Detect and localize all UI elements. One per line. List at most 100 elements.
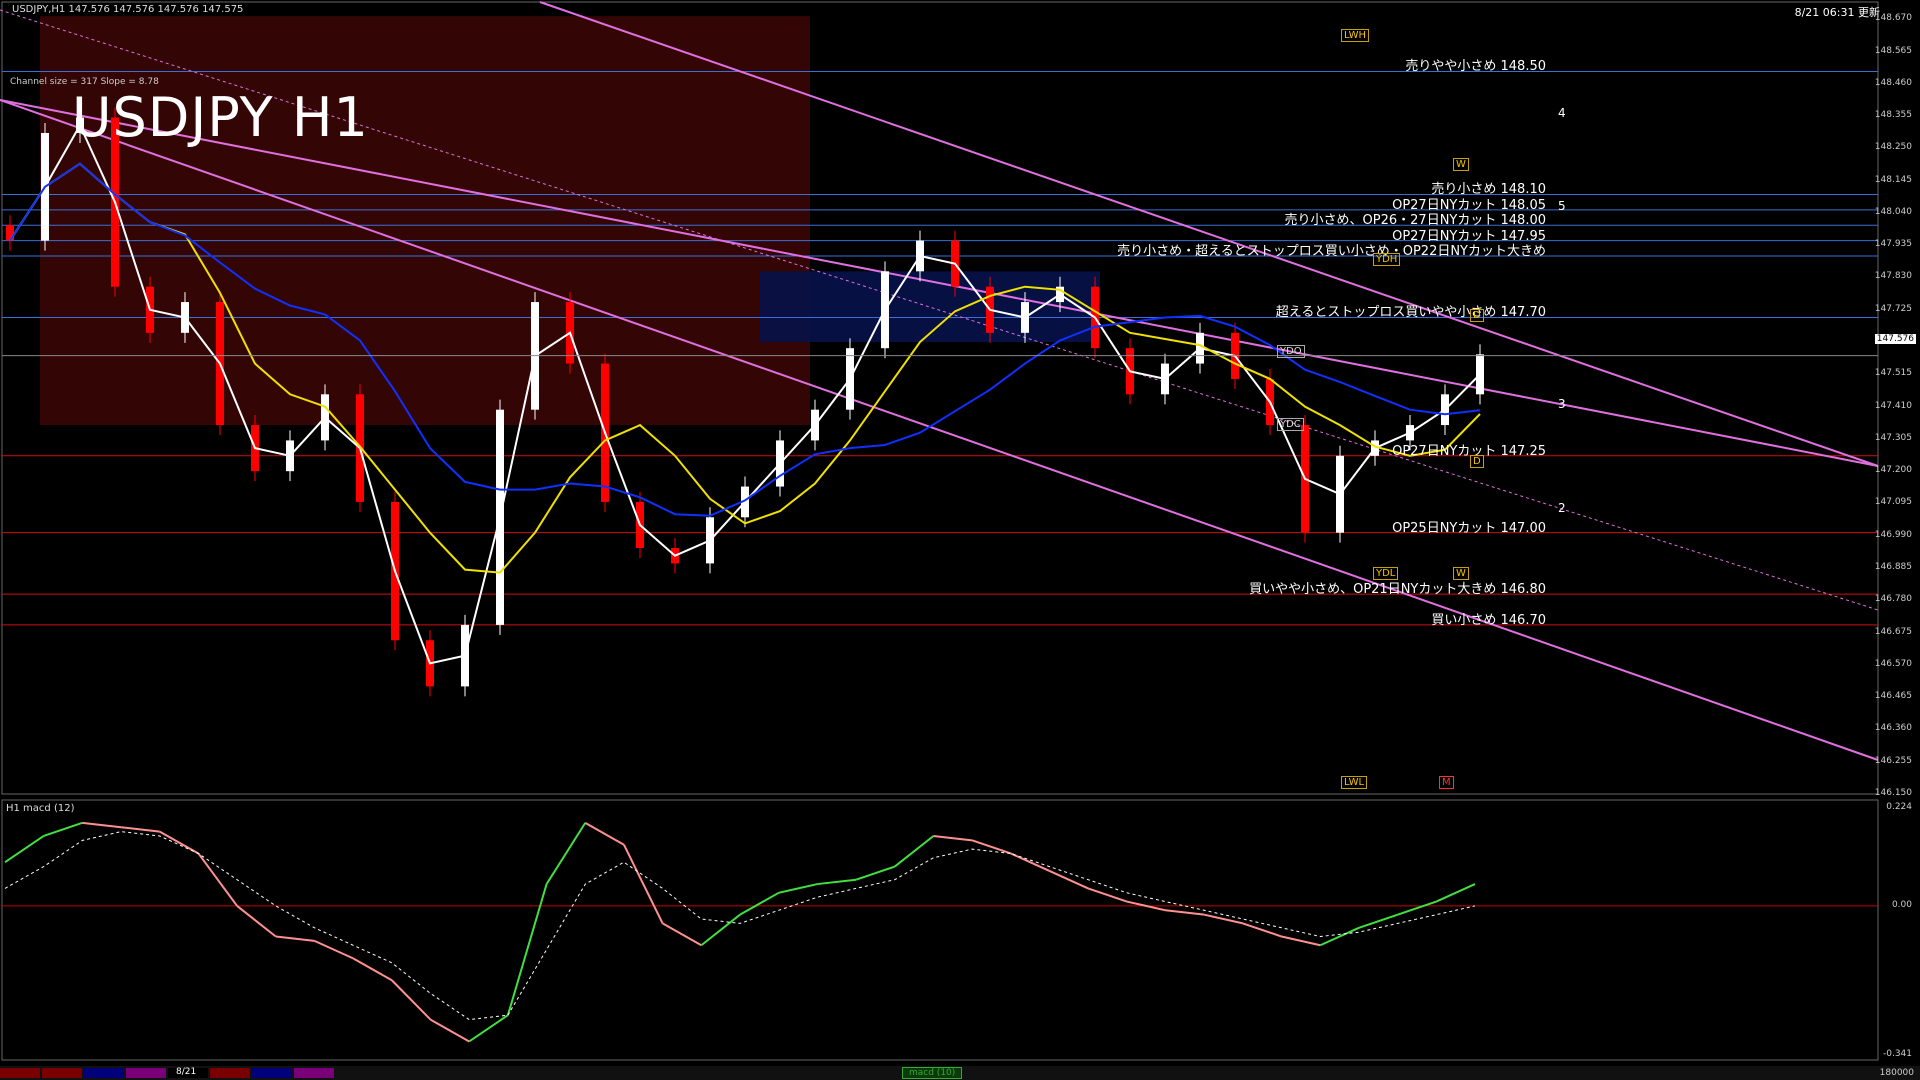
symbol-info: USDJPY,H1 147.576 147.576 147.576 147.57… <box>12 4 244 15</box>
macd-seg-38 <box>1435 883 1476 903</box>
chart-canvas[interactable] <box>0 0 1920 1080</box>
macd-seg-6 <box>197 852 238 907</box>
macd-seg-25 <box>933 834 973 842</box>
price-tick-18: 146.780 <box>1874 594 1912 605</box>
chart-title: USDJPY H1 <box>72 86 369 149</box>
price-tick-13: 147.305 <box>1874 432 1912 443</box>
macd-seg-31 <box>1165 909 1205 916</box>
price-tick-4: 148.250 <box>1874 142 1912 153</box>
bottom-tab-bar: 8/21 macd (10) 180000 <box>0 1066 1920 1080</box>
macd-seg-3 <box>82 821 122 829</box>
macd-seg-28 <box>1049 870 1089 890</box>
box-label-w-bottom: W <box>1453 567 1469 580</box>
box-label-ydo: YDO <box>1277 345 1305 358</box>
macd-seg-23 <box>855 865 896 881</box>
macd-seg-12 <box>430 1018 470 1043</box>
price-tick-17: 146.885 <box>1874 562 1912 573</box>
wave-label-5: 5 <box>1558 199 1566 213</box>
channel-lower <box>0 99 1879 761</box>
price-tick-11: 147.515 <box>1874 368 1912 379</box>
price-tick-22: 146.360 <box>1874 723 1912 734</box>
tab-color-1[interactable] <box>42 1068 82 1078</box>
macd-seg-32 <box>1203 913 1244 925</box>
macd-seg-33 <box>1242 922 1282 938</box>
macd-seg-2 <box>43 821 83 837</box>
box-label-lwl: LWL <box>1341 776 1368 789</box>
macd-seg-8 <box>275 935 315 942</box>
tab-color-7[interactable] <box>294 1068 334 1078</box>
macd-tick-0: 0.224 <box>1886 802 1912 812</box>
macd-seg-35 <box>1319 926 1360 947</box>
level-label-5: 売り小さめ・超えるとストップロス買い小さめ・OP22日NYカット大きめ <box>1117 243 1546 259</box>
price-tick-20: 146.570 <box>1874 658 1912 669</box>
price-tick-2: 148.460 <box>1874 77 1912 88</box>
macd-seg-37 <box>1397 900 1437 916</box>
macd-panel-label: H1 macd (12) <box>6 803 75 814</box>
box-label-lwh: LWH <box>1341 29 1370 42</box>
macd-seg-11 <box>391 979 432 1021</box>
candle-body-0 <box>6 225 14 241</box>
price-tick-9: 147.725 <box>1874 303 1912 314</box>
price-tick-24: 146.150 <box>1874 788 1912 798</box>
macd-seg-15 <box>545 822 587 885</box>
tab-color-0[interactable] <box>0 1068 40 1078</box>
macd-seg-18 <box>662 922 702 947</box>
price-tick-16: 146.990 <box>1874 529 1912 540</box>
price-tick-1: 148.565 <box>1874 45 1912 56</box>
macd-seg-14 <box>506 883 548 1016</box>
wave-label-2: 2 <box>1558 501 1566 515</box>
macd-seg-16 <box>584 821 625 846</box>
price-tick-21: 146.465 <box>1874 691 1912 702</box>
macd-seg-7 <box>236 905 277 938</box>
box-label-d-top: D <box>1470 309 1484 322</box>
macd-tick-2: -0.341 <box>1882 1049 1912 1059</box>
volume-label: 180000 <box>1879 1068 1914 1078</box>
macd-seg-22 <box>817 878 857 886</box>
macd-seg-21 <box>778 883 818 894</box>
macd-seg-24 <box>894 835 935 868</box>
box-label-m: M <box>1439 776 1454 789</box>
box-label-ydc: YDC <box>1277 418 1304 431</box>
tab-color-6[interactable] <box>252 1068 292 1078</box>
price-tick-15: 147.095 <box>1874 497 1912 508</box>
macd-seg-29 <box>1087 887 1128 903</box>
date-tab[interactable]: 8/21 <box>176 1067 196 1077</box>
price-tick-19: 146.675 <box>1874 626 1912 637</box>
macd-seg-4 <box>120 826 160 833</box>
box-label-w-top: W <box>1453 158 1469 171</box>
level-label-0: 売りやや小さめ 148.50 <box>1405 59 1546 75</box>
macd-seg-36 <box>1358 913 1398 929</box>
update-clock: 8/21 06:31 更新 <box>1794 6 1880 19</box>
macd-seg-5 <box>159 830 199 855</box>
box-label-d-bottom: D <box>1470 455 1484 468</box>
macd-signal-line <box>4 831 1476 1021</box>
price-tick-23: 146.255 <box>1874 755 1912 766</box>
wave-label-4: 4 <box>1558 106 1566 120</box>
price-tick-14: 147.200 <box>1874 465 1912 476</box>
macd-seg-20 <box>739 891 780 916</box>
level-label-6: 超えるとストップロス買いやや小さめ 147.70 <box>1275 305 1546 321</box>
box-label-ydh: YDH <box>1373 253 1401 266</box>
price-tick-3: 148.355 <box>1874 110 1912 121</box>
level-label-9: 買いやや小さめ、OP21日NYカット大きめ 146.80 <box>1249 582 1546 598</box>
macd-tick-1: 0.00 <box>1891 899 1912 910</box>
tab-color-5[interactable] <box>210 1068 250 1078</box>
macd-seg-34 <box>1281 935 1321 947</box>
tab-color-3[interactable] <box>126 1068 166 1078</box>
price-tick-7: 147.935 <box>1874 239 1912 250</box>
macd-tab[interactable]: macd (10) <box>902 1067 963 1079</box>
price-tick-8: 147.830 <box>1874 271 1912 282</box>
wave-label-3: 3 <box>1558 397 1566 411</box>
macd-seg-9 <box>314 939 354 960</box>
tab-color-2[interactable] <box>84 1068 124 1078</box>
level-label-8: OP25日NYカット 147.00 <box>1392 520 1546 536</box>
level-label-10: 買い小さめ 146.70 <box>1431 612 1546 628</box>
price-tick-12: 147.410 <box>1874 400 1912 411</box>
box-label-ydl: YDL <box>1373 567 1399 580</box>
price-tick-6: 148.040 <box>1874 206 1912 217</box>
current-price-tag: 147.576 <box>1874 334 1916 344</box>
macd-seg-10 <box>352 957 393 982</box>
macd-seg-19 <box>700 913 741 947</box>
macd-panel-frame <box>1 799 1879 1061</box>
macd-seg-1 <box>4 835 45 864</box>
